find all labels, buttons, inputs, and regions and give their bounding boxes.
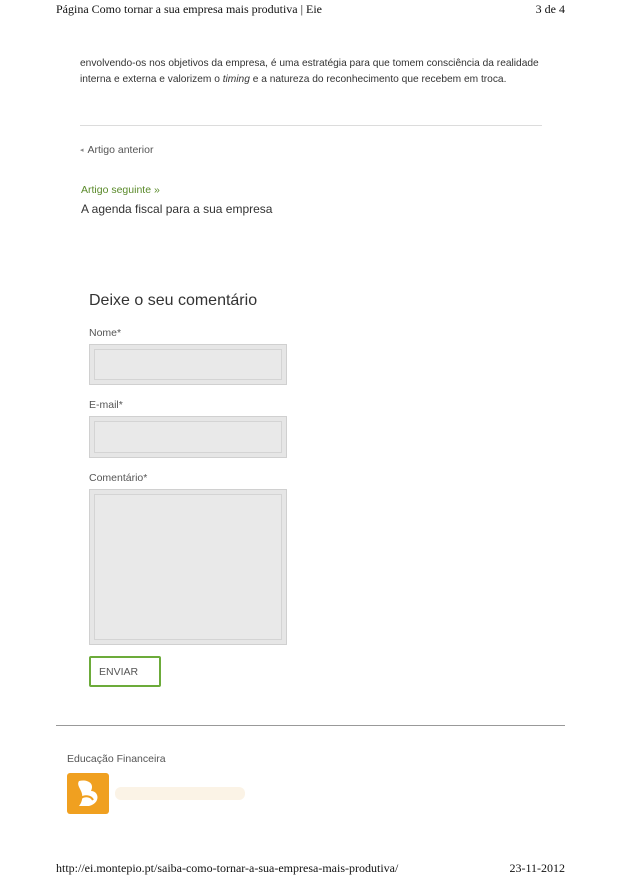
article-text-end: e a natureza do reconhecimento que receb… bbox=[249, 74, 507, 85]
print-date: 23-11-2012 bbox=[509, 861, 565, 875]
divider bbox=[80, 125, 542, 126]
print-footer: http://ei.montepio.pt/saiba-como-tornar-… bbox=[56, 861, 565, 876]
submit-button[interactable]: ENVIAR bbox=[89, 656, 161, 687]
educacao-financeira-logo-icon[interactable] bbox=[67, 773, 247, 814]
name-label: Nome* bbox=[89, 327, 122, 339]
print-header: Página Como tornar a sua empresa mais pr… bbox=[56, 2, 565, 17]
arrow-left-icon: ◂ bbox=[80, 147, 84, 154]
email-field-box bbox=[89, 416, 287, 458]
footer-divider bbox=[56, 725, 565, 726]
article-text-italic: timing bbox=[222, 74, 250, 85]
previous-article-link[interactable]: ◂ Artigo anterior bbox=[80, 144, 153, 156]
comment-textarea[interactable] bbox=[90, 490, 286, 644]
name-input[interactable] bbox=[90, 345, 286, 384]
footer-section-title: Educação Financeira bbox=[67, 753, 166, 765]
comment-label: Comentário* bbox=[89, 472, 148, 484]
email-input[interactable] bbox=[90, 417, 286, 457]
comment-form-heading: Deixe o seu comentário bbox=[89, 292, 258, 309]
logo-wordmark-faded bbox=[115, 787, 245, 800]
page-url: http://ei.montepio.pt/saiba-como-tornar-… bbox=[56, 861, 399, 875]
comment-field-box bbox=[89, 489, 287, 645]
print-header-title: Página Como tornar a sua empresa mais pr… bbox=[56, 2, 322, 16]
previous-article-label: Artigo anterior bbox=[87, 144, 154, 156]
email-label: E-mail* bbox=[89, 399, 123, 411]
page-counter: 3 de 4 bbox=[535, 2, 565, 16]
next-article-link[interactable]: Artigo seguinte » bbox=[81, 184, 160, 196]
name-field-box bbox=[89, 344, 287, 385]
next-article-title[interactable]: A agenda fiscal para a sua empresa bbox=[81, 202, 272, 216]
article-paragraph: envolvendo-os nos objetivos da empresa, … bbox=[80, 56, 550, 88]
